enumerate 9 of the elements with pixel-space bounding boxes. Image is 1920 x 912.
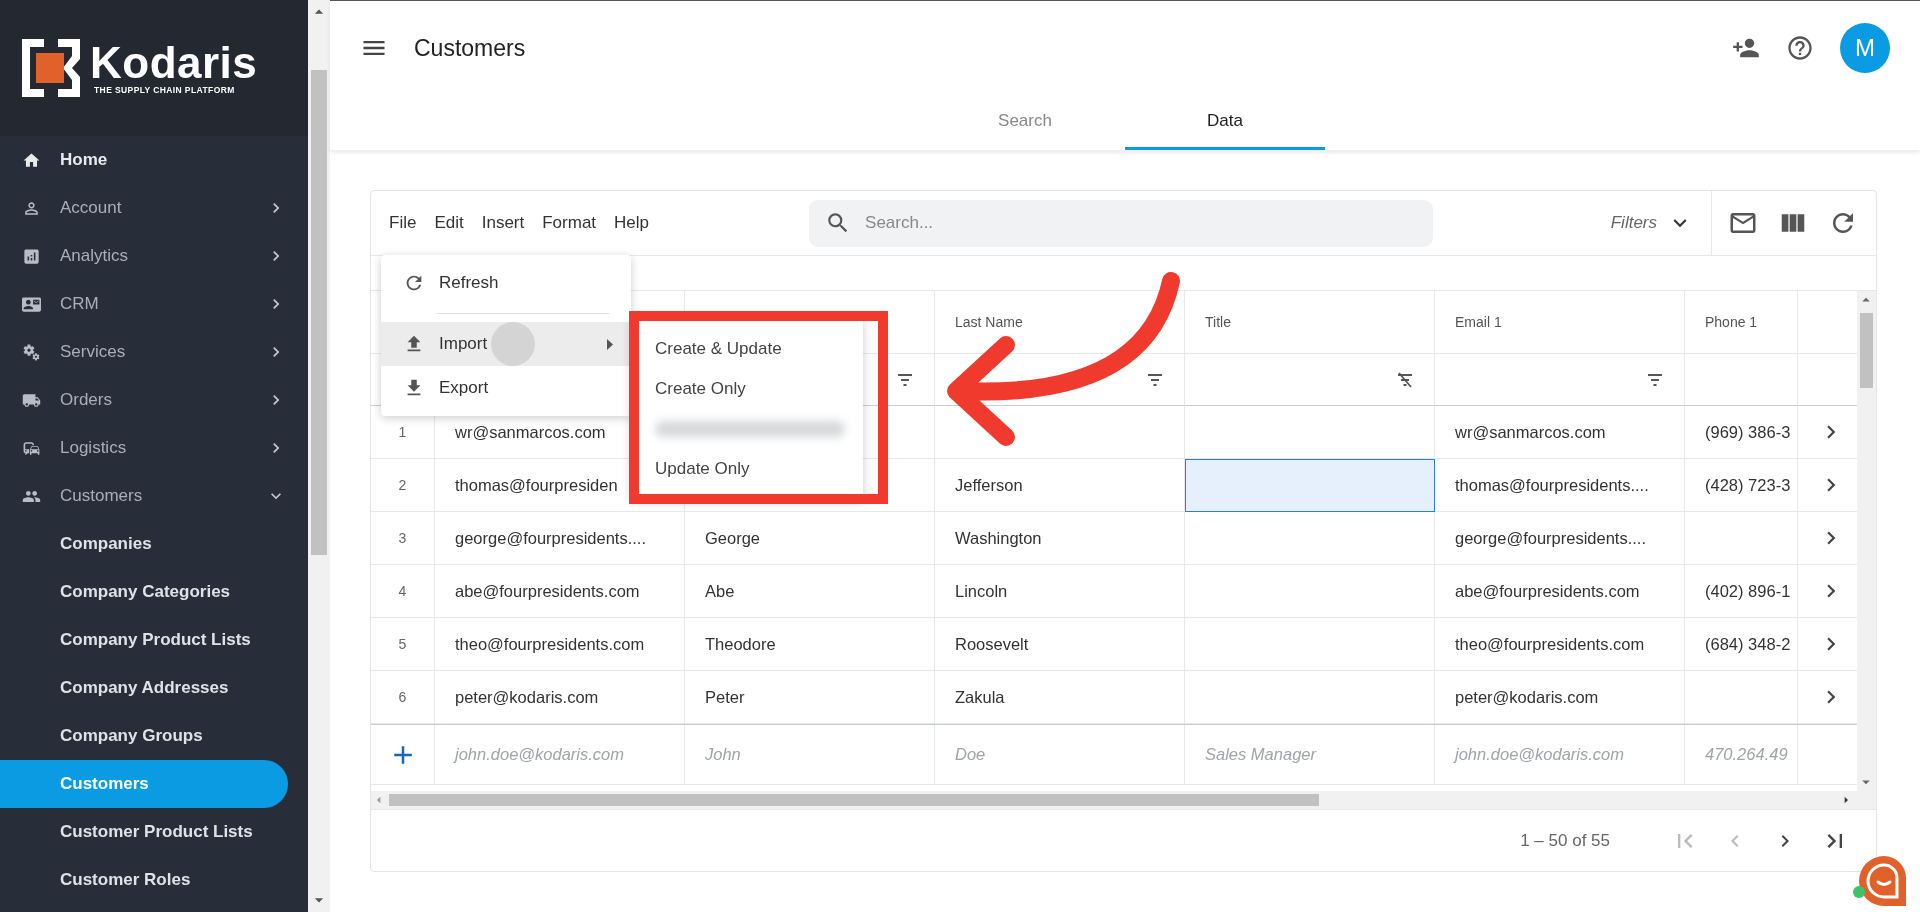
row-number: 3: [371, 512, 435, 565]
page-title: Customers: [414, 34, 527, 62]
row-number: 5: [371, 618, 435, 671]
row-number: 4: [371, 565, 435, 618]
logo-tagline: THE SUPPLY CHAIN PLATFORM: [94, 85, 236, 95]
row-number: 2: [371, 459, 435, 512]
row-number: 6: [371, 671, 435, 724]
logo-name: Kodaris: [90, 41, 258, 85]
page-range: 1 – 50 of 55: [1520, 830, 1610, 851]
